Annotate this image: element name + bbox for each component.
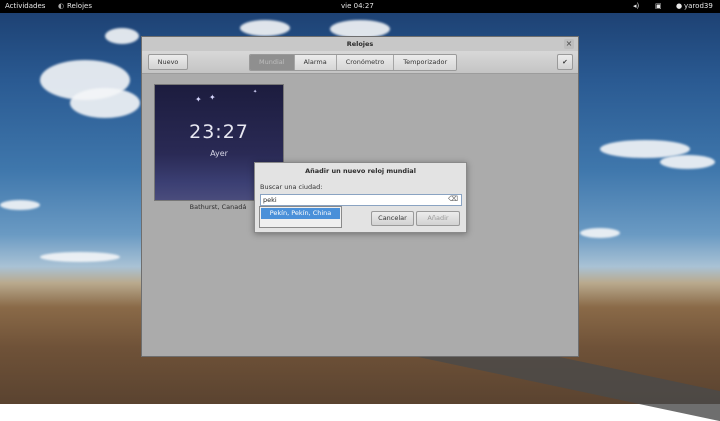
app-menu-icon: ◐ <box>58 2 65 10</box>
top-bar: Actividades ◐ Relojes vie 04:27 ◂) ▣ ● y… <box>0 0 720 13</box>
user-menu[interactable]: yarod39 <box>684 0 713 13</box>
app-menu-button[interactable]: Relojes <box>67 0 92 13</box>
dialog-title: Añadir un nuevo reloj mundial <box>305 167 416 175</box>
cancel-button[interactable]: Cancelar <box>371 211 414 226</box>
top-clock[interactable]: vie 04:27 <box>341 0 374 13</box>
tab-world[interactable]: Mundial <box>250 55 295 70</box>
window-title: Relojes <box>142 37 578 51</box>
tab-alarm[interactable]: Alarma <box>294 55 337 70</box>
close-icon[interactable]: × <box>564 39 574 49</box>
clear-text-icon[interactable]: ⌫ <box>448 195 458 204</box>
clock-time: 23:27 <box>189 121 249 143</box>
city-suggestion-list: Pekín, Pekín, China <box>259 206 342 228</box>
accessibility-icon[interactable]: ▣ <box>655 0 662 13</box>
check-icon[interactable]: ✔ <box>557 54 573 70</box>
toolbar: Nuevo Mundial Alarma Cronómetro Temporiz… <box>142 51 578 74</box>
activities-button[interactable]: Actividades <box>5 0 45 13</box>
search-label: Buscar una ciudad: <box>260 183 323 191</box>
view-tabs: Mundial Alarma Cronómetro Temporizador <box>249 54 458 71</box>
city-search-input[interactable]: peki <box>260 194 462 206</box>
tab-timer[interactable]: Temporizador <box>394 55 457 70</box>
tab-stopwatch[interactable]: Cronómetro <box>336 55 395 70</box>
volume-icon[interactable]: ◂) <box>633 0 639 13</box>
user-icon: ● <box>676 2 683 10</box>
clock-day: Ayer <box>210 149 228 158</box>
suggestion-item[interactable]: Pekín, Pekín, China <box>261 208 340 219</box>
new-button[interactable]: Nuevo <box>148 54 188 70</box>
star-icon: ✦ <box>209 93 216 102</box>
star-icon: ✦ <box>195 95 202 104</box>
add-button[interactable]: Añadir <box>416 211 460 226</box>
star-icon: ✦ <box>253 89 258 95</box>
